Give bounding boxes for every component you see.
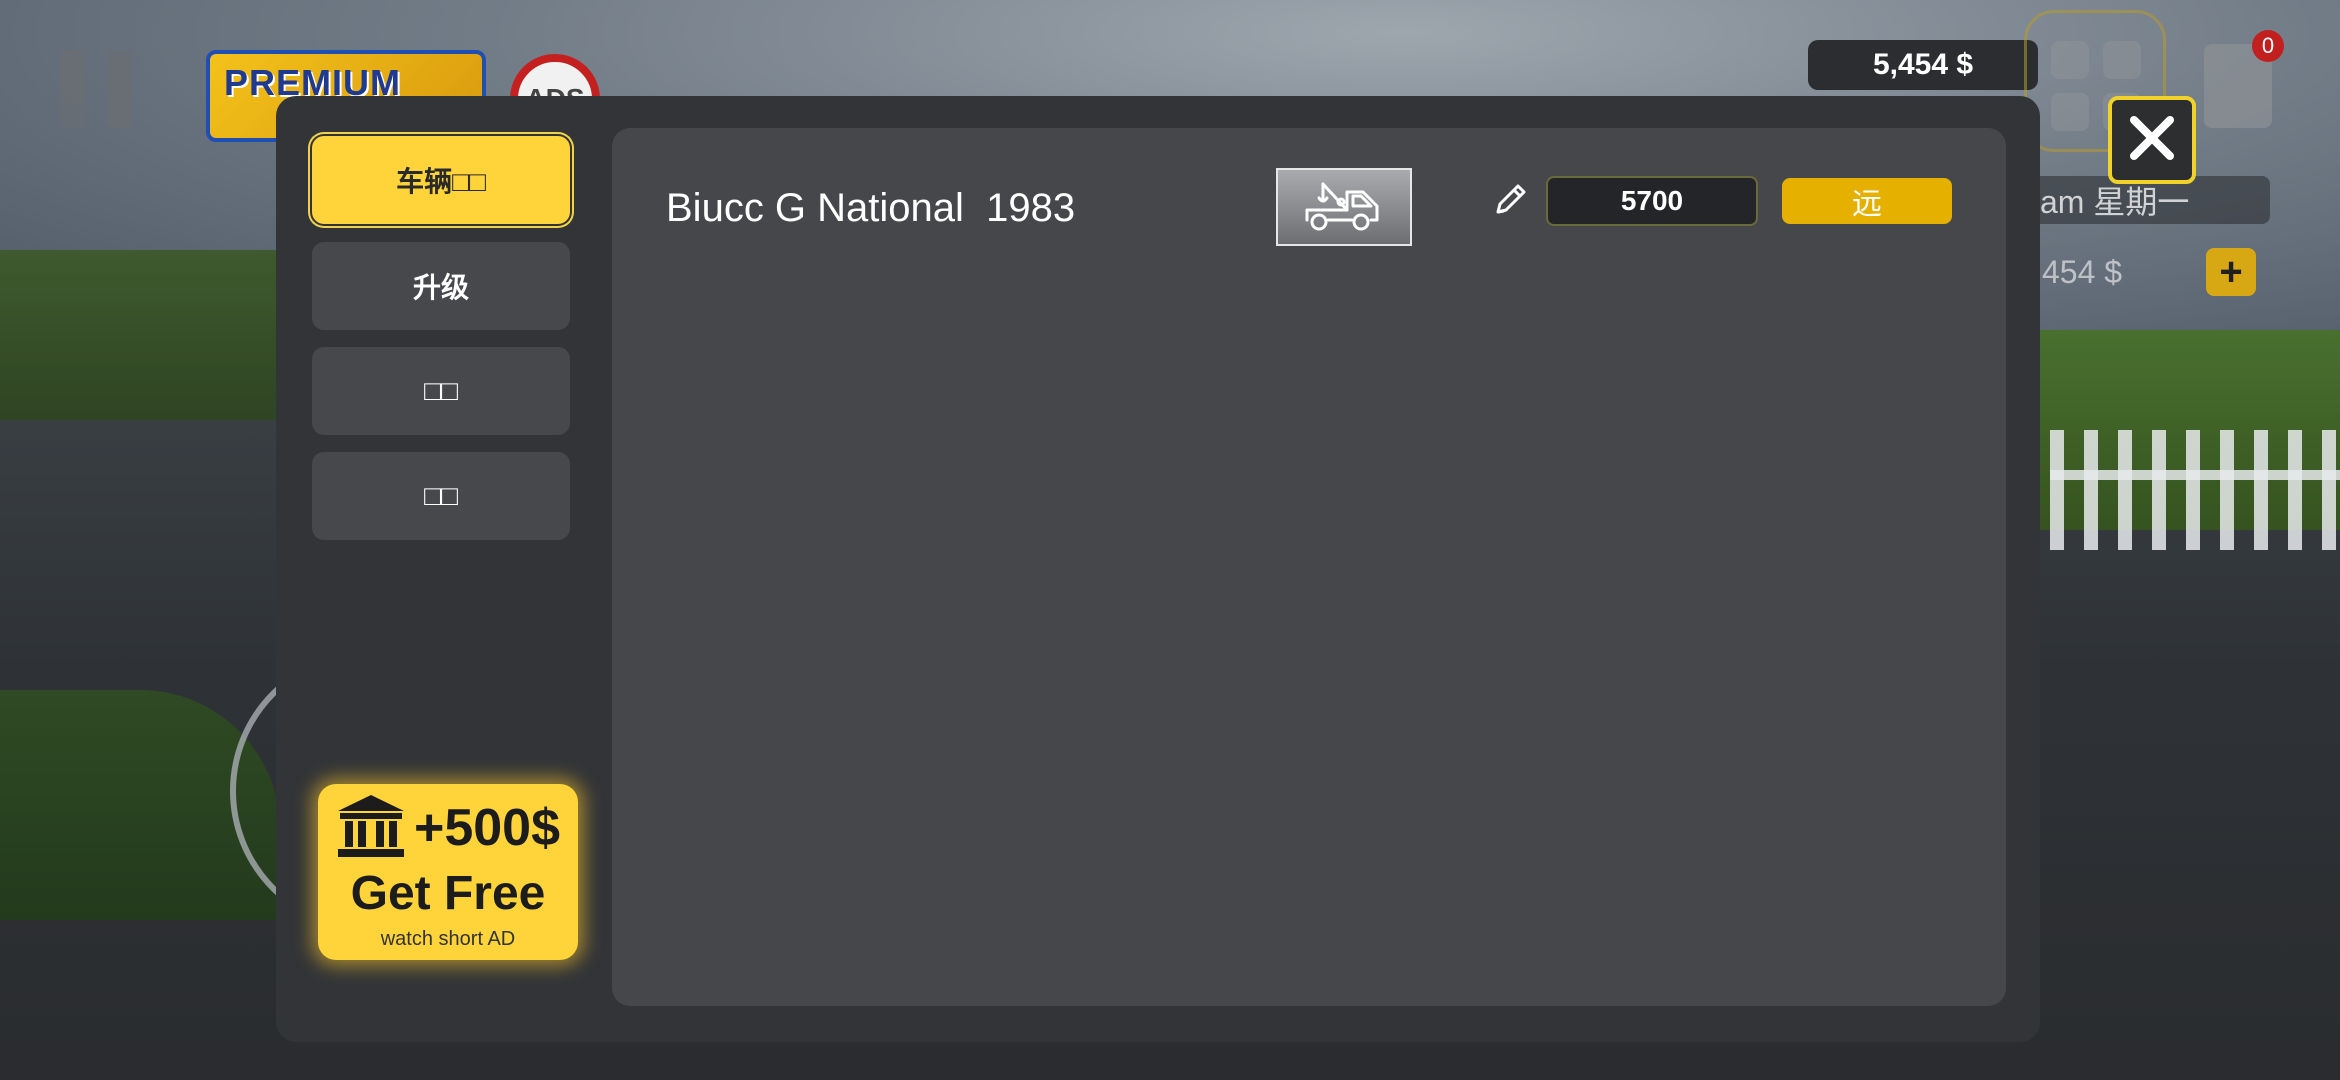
get-free-money-ad-button[interactable]: +500$ Get Free watch short AD [318, 784, 578, 960]
pause-icon[interactable] [60, 50, 132, 128]
tab-vehicles[interactable]: 车辆□□ [312, 136, 570, 224]
close-button[interactable] [2108, 96, 2196, 184]
money-secondary: 454 $ [2042, 253, 2123, 290]
money-display: 5,454 $ [1808, 40, 2038, 90]
tow-truck-button[interactable] [1276, 168, 1412, 246]
tow-truck-icon [1301, 174, 1387, 241]
tab-fourth[interactable]: □□ [312, 452, 570, 540]
vehicle-list-panel [612, 128, 2006, 1006]
tab-upgrade[interactable]: 升级 [312, 242, 570, 330]
ad-amount: +500$ [413, 799, 561, 857]
ad-amount-row: +500$ [318, 794, 578, 858]
sell-price-input[interactable] [1546, 176, 1758, 226]
white-fence [2050, 430, 2340, 550]
ad-title: Get Free [350, 867, 546, 920]
add-money-button[interactable]: + [2206, 248, 2256, 296]
fence-rail [2050, 470, 2340, 480]
vehicle-name: Biucc G National 1983 [666, 185, 1076, 230]
tab-third[interactable]: □□ [312, 347, 570, 435]
ad-subtitle: watch short AD [380, 928, 516, 950]
bank-icon [336, 793, 406, 864]
close-icon [2124, 110, 2180, 171]
grass-left [0, 250, 320, 420]
inventory-count-badge: 0 [2252, 30, 2284, 62]
edit-price-icon[interactable] [1490, 178, 1532, 220]
sell-button[interactable]: 远 [1782, 178, 1952, 224]
